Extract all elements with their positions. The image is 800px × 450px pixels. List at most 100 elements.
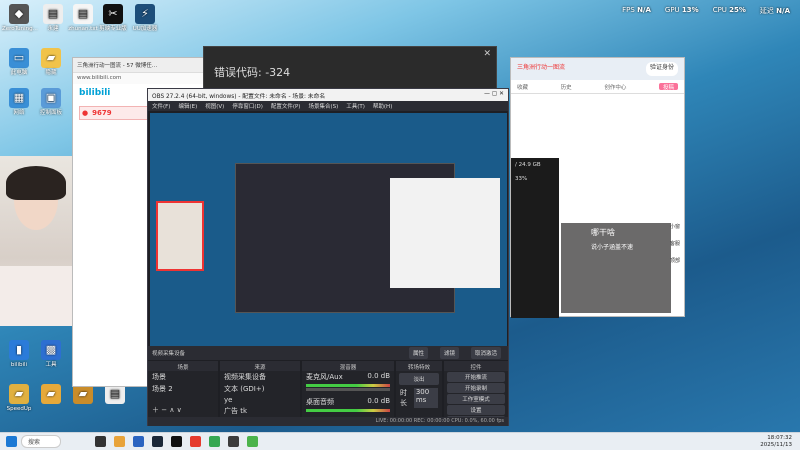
properties-button[interactable]: 属性 <box>408 347 428 359</box>
scenes-dock: 场景 场景 场景 2 ＋ − ∧ ∨ <box>148 361 218 417</box>
taskbar: 搜索 18:07:32 2025/11/13 <box>0 432 800 450</box>
desktop-icon-zhunan[interactable]: ▤ zhunan.txt <box>66 4 100 32</box>
obs-preview[interactable] <box>150 113 507 351</box>
sources-title: 来源 <box>220 361 300 371</box>
menu-view[interactable]: 视图(V) <box>205 102 224 110</box>
download-percent: 33% <box>515 176 528 182</box>
scene-item[interactable]: 场景 2 <box>148 383 218 395</box>
uu-accelerator-icon: ⚡ <box>135 4 155 24</box>
folder-icon: ▰ <box>41 384 61 404</box>
menu-edit[interactable]: 编辑(E) <box>178 102 197 110</box>
volume-meter <box>306 384 390 387</box>
desktop-icon-this-pc[interactable]: ▭ 此电脑 <box>2 48 36 76</box>
source-item[interactable]: ye <box>220 395 300 405</box>
browser-tab[interactable]: 三角洲行动一图流 - 57 微博任… <box>73 58 211 72</box>
upload-button[interactable]: 投稿 <box>658 83 678 91</box>
duration-input[interactable]: 300 ms <box>413 388 438 408</box>
source-item[interactable]: 文本 (GDI+) <box>220 383 300 395</box>
tools-icon: ▩ <box>41 340 61 360</box>
app-icon[interactable] <box>247 436 259 447</box>
browser-tab[interactable]: 三角洲行动一图流 <box>517 62 565 76</box>
bilibili-logo[interactable]: bilibili <box>79 88 110 98</box>
filters-button[interactable]: 滤镜 <box>439 347 459 359</box>
menu-help[interactable]: 帮助(H) <box>373 102 392 110</box>
file-explorer-icon[interactable] <box>114 436 126 447</box>
service-button[interactable]: 客服 <box>668 240 682 247</box>
chrome-icon[interactable] <box>209 436 221 447</box>
obs-icon[interactable] <box>228 436 240 447</box>
transition-select[interactable]: 淡出 <box>399 373 439 385</box>
cpu-stat: CPU 25% <box>712 6 746 14</box>
verify-button[interactable]: 验证身份 <box>645 62 678 76</box>
search-box[interactable]: 搜索 <box>21 435 62 448</box>
desktop-icon-folder-3[interactable]: ▰ <box>66 384 100 406</box>
network-icon: ▦ <box>9 88 29 108</box>
nav-creator[interactable]: 创作中心 <box>604 83 626 91</box>
nav-history[interactable]: 历史 <box>561 83 572 91</box>
video-thumbnail[interactable]: 哪干啥 说小子涵盖不速 <box>561 223 671 313</box>
clip-title: 哪干啥 <box>591 228 615 237</box>
performance-overlay: FPS N/A GPU 13% CPU 25% 延迟 N/A <box>622 6 790 16</box>
desktop-icon-control-panel[interactable]: ▣ 控制面板 <box>34 88 68 116</box>
menu-profile[interactable]: 配置文件(P) <box>271 102 301 110</box>
volume-slider[interactable] <box>306 388 390 391</box>
scene-controls[interactable]: ＋ − ∧ ∨ <box>152 405 182 415</box>
control-panel-icon: ▣ <box>41 88 61 108</box>
steam-icon[interactable] <box>152 436 164 447</box>
deactivate-button[interactable]: 取消激活 <box>470 347 501 359</box>
start-streaming-button[interactable]: 开始推流 <box>447 372 505 382</box>
settings-button[interactable]: 设置 <box>447 405 505 415</box>
studio-mode-button[interactable]: 工作室模式 <box>447 394 505 404</box>
scene-item[interactable]: 场景 <box>148 371 218 383</box>
obs-status-bar: LIVE: 00:00:00 REC: 00:00:00 CPU: 0.0%, … <box>148 417 508 426</box>
desktop-icon-folder-2[interactable]: ▰ <box>34 384 68 406</box>
obs-menubar: 文件(F) 编辑(E) 视图(V) 停靠窗口(D) 配置文件(P) 场景集合(S… <box>148 101 508 111</box>
start-recording-button[interactable]: 开始录制 <box>447 383 505 393</box>
menu-docks[interactable]: 停靠窗口(D) <box>232 102 263 110</box>
top-button[interactable]: 顶部 <box>668 257 682 264</box>
desktop-icon-bilibili[interactable]: ▮ bilibili <box>2 340 36 368</box>
start-icon[interactable] <box>6 436 17 447</box>
menu-file[interactable]: 文件(F) <box>152 102 170 110</box>
desktop-icon-zerotuning[interactable]: ◆ ZeroTuning... <box>2 4 38 32</box>
nav-fav[interactable]: 收藏 <box>517 83 528 91</box>
obs-titlebar: OBS 27.2.4 (64-bit, windows) - 配置文件: 未命名… <box>148 89 508 101</box>
capcut-icon[interactable] <box>171 436 183 447</box>
source-item[interactable]: 广告 tk <box>220 405 300 417</box>
edge-icon[interactable] <box>133 436 145 447</box>
desktop-icon-hidden[interactable]: ▰ 隐藏 <box>34 48 68 76</box>
obs-window[interactable]: OBS 27.2.4 (64-bit, windows) - 配置文件: 未命名… <box>147 88 509 426</box>
window-controls[interactable]: — ▢ ✕ <box>484 91 504 99</box>
clock[interactable]: 18:07:32 2025/11/13 <box>760 435 792 448</box>
source-label: 视频采集设备 <box>152 351 186 357</box>
menu-scene-collection[interactable]: 场景集合(S) <box>308 102 338 110</box>
webcam-source-box[interactable] <box>156 201 204 271</box>
bilibili-icon: ▮ <box>9 340 29 360</box>
document-icon: ▤ <box>105 384 125 404</box>
desktop-icon-network[interactable]: ▦ 网络 <box>2 88 36 116</box>
nested-browser <box>390 178 500 288</box>
folder-icon: ▰ <box>41 48 61 68</box>
desktop-icon-file[interactable]: ▤ <box>98 384 132 406</box>
app-icon[interactable] <box>190 436 202 447</box>
download-progress: / 24.9 GB <box>515 162 541 168</box>
desktop-icon-tools[interactable]: ▩ 工具 <box>34 340 68 368</box>
gpu-stat: GPU 13% <box>664 6 699 14</box>
sources-dock: 来源 视频采集设备 文本 (GDI+) ye 广告 tk <box>220 361 300 417</box>
counter-text: 9679 <box>92 109 112 117</box>
address-bar[interactable]: www.bilibili.com <box>73 72 211 84</box>
browser-window-right[interactable]: 三角洲行动一图流 验证身份 收藏 历史 创作中心 投稿 / 24.9 GB 33% 哪干… <box>510 57 685 318</box>
source-item[interactable]: 视频采集设备 <box>220 371 300 383</box>
desktop-icon-uu[interactable]: ⚡ UU加速器 <box>128 4 162 32</box>
task-view-icon[interactable] <box>95 436 107 447</box>
folder-icon: ▰ <box>9 384 29 404</box>
transitions-title: 转场特效 <box>396 361 442 371</box>
desktop-icon-yongjian[interactable]: ▤ 永建 <box>36 4 70 32</box>
clip-subtitle: 说小子涵盖不速 <box>591 244 634 251</box>
mini-window-button[interactable]: 小窗 <box>668 223 682 230</box>
desktop-icon-capcut[interactable]: ✂ 剪映专业版 <box>96 4 130 32</box>
menu-tools[interactable]: 工具(T) <box>346 102 365 110</box>
document-icon: ▤ <box>43 4 63 24</box>
desktop-icon-speedup[interactable]: ▰ SpeedUp <box>2 384 36 412</box>
close-icon[interactable]: ✕ <box>483 49 491 59</box>
